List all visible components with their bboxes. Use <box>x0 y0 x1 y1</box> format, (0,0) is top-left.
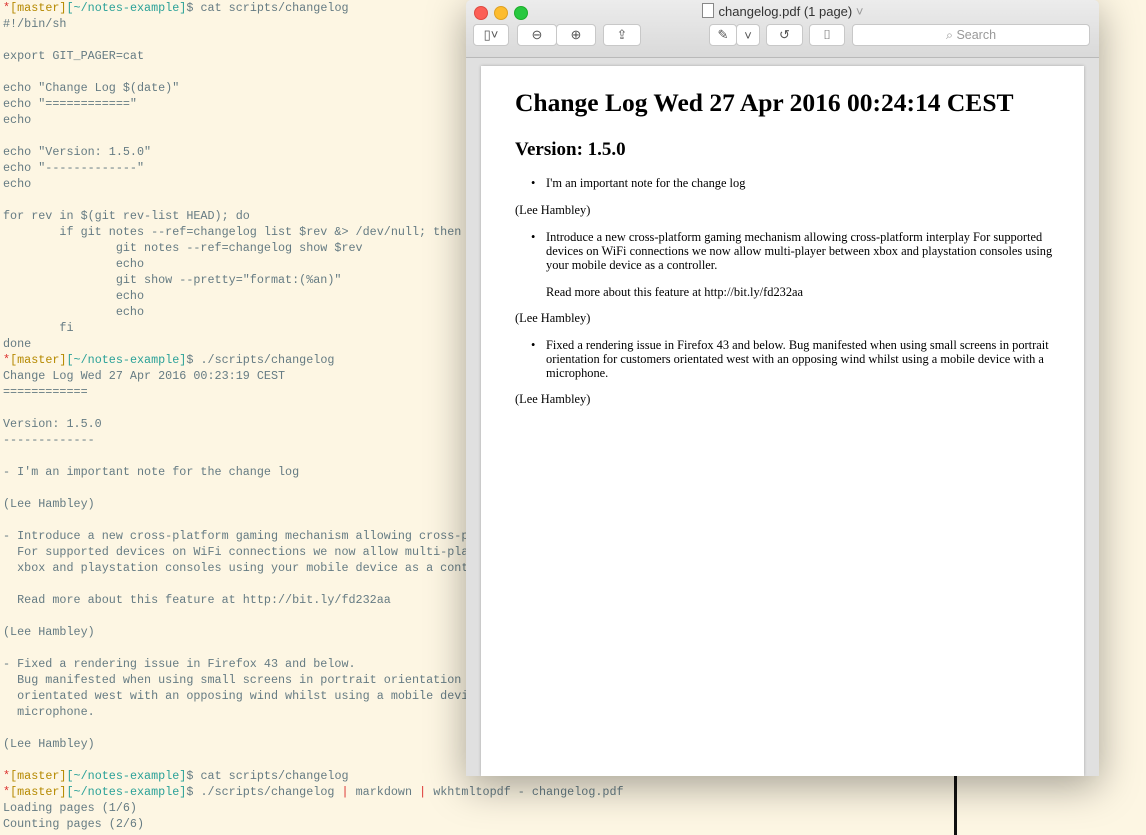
git-branch: [master] <box>10 785 67 799</box>
cwd: [~/notes-example] <box>66 785 187 799</box>
zoom-out-button[interactable]: ⊖ <box>517 24 557 46</box>
cwd: [~/notes-example] <box>66 1 187 15</box>
share-button[interactable]: ⇪ <box>603 24 641 46</box>
search-input[interactable]: ⌕ Search <box>852 24 1090 46</box>
pdf-heading: Change Log Wed 27 Apr 2016 00:24:14 CEST <box>515 88 1014 117</box>
prompt-symbol: $ <box>186 353 201 367</box>
dirty-marker: * <box>3 769 11 783</box>
prompt-symbol: $ <box>186 1 201 15</box>
rotate-button[interactable]: ↺ <box>766 24 803 46</box>
prompt-line: *[master][~/notes-example]$ ./scripts/ch… <box>3 784 624 800</box>
sidebar-toggle-button[interactable]: ▯˅ <box>473 24 509 46</box>
cwd: [~/notes-example] <box>66 353 187 367</box>
note-item: Introduce a new cross-platform gaming me… <box>531 230 1054 272</box>
titlebar-toolbar: changelog.pdf (1 page) ˅ ▯˅ ⊖ ⊕ ⇪ ✎ ˅ ↺ … <box>466 0 1099 58</box>
output-line: Loading pages (1/6) <box>3 801 137 815</box>
preview-window: changelog.pdf (1 page) ˅ ▯˅ ⊖ ⊕ ⇪ ✎ ˅ ↺ … <box>466 0 1099 776</box>
cwd: [~/notes-example] <box>66 769 187 783</box>
command-part: ./scripts/changelog <box>200 785 342 799</box>
output-line: Counting pages (2/6) <box>3 817 145 831</box>
dirty-marker: * <box>3 353 11 367</box>
command: cat scripts/changelog <box>200 769 349 783</box>
git-branch: [master] <box>10 769 67 783</box>
command: ./scripts/changelog <box>200 353 335 367</box>
prompt-symbol: $ <box>186 769 201 783</box>
author: (Lee Hambley) <box>515 311 591 325</box>
chevron-down-icon: ˅ <box>852 4 864 19</box>
command-part: markdown <box>348 785 420 799</box>
note-link-text: Read more about this feature at http://b… <box>546 285 804 299</box>
search-placeholder: Search <box>956 28 997 42</box>
pdf-page: Change Log Wed 27 Apr 2016 00:24:14 CEST… <box>481 66 1084 776</box>
author: (Lee Hambley) <box>515 203 591 217</box>
markup-button[interactable]: ✎ <box>709 24 737 46</box>
note-item: I'm an important note for the change log <box>531 176 1054 190</box>
command: cat scripts/changelog <box>200 1 349 15</box>
pdf-subheading: Version: 1.5.0 <box>515 139 626 160</box>
window-edge <box>954 776 957 835</box>
window-title-text: changelog.pdf (1 page) <box>718 4 853 19</box>
dirty-marker: * <box>3 1 11 15</box>
markup-menu-button[interactable]: ˅ <box>736 24 760 46</box>
note-item: Fixed a rendering issue in Firefox 43 an… <box>531 338 1054 380</box>
search-icon: ⌕ <box>945 27 957 42</box>
pdf-file-icon <box>701 3 714 18</box>
pipe-symbol: | <box>341 785 349 799</box>
author: (Lee Hambley) <box>515 392 591 406</box>
git-branch: [master] <box>10 353 67 367</box>
dirty-marker: * <box>3 785 11 799</box>
git-branch: [master] <box>10 1 67 15</box>
zoom-in-button[interactable]: ⊕ <box>556 24 596 46</box>
command-part: wkhtmltopdf - changelog.pdf <box>426 785 624 799</box>
window-title[interactable]: changelog.pdf (1 page) ˅ <box>466 3 1099 19</box>
prompt-symbol: $ <box>186 785 201 799</box>
toolbox-button[interactable]: ⌷ <box>809 24 845 46</box>
document-area[interactable]: Change Log Wed 27 Apr 2016 00:24:14 CEST… <box>466 58 1099 776</box>
